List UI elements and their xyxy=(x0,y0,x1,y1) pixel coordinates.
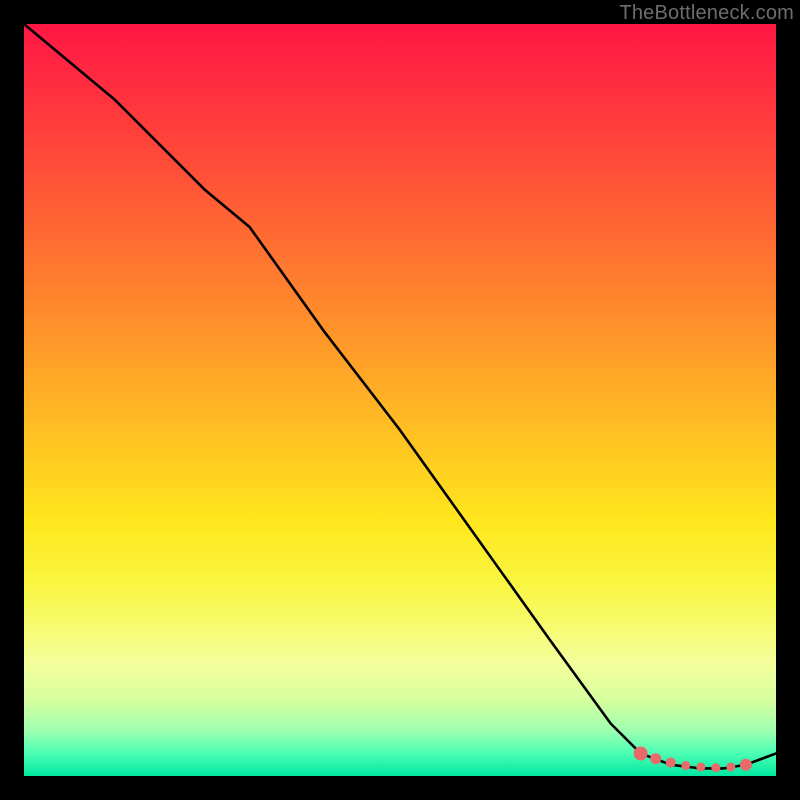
chart-svg xyxy=(24,24,776,776)
chart-frame: TheBottleneck.com xyxy=(0,0,800,800)
watermark-text: TheBottleneck.com xyxy=(619,2,794,25)
trough-marker-5 xyxy=(696,762,705,771)
trough-marker-6 xyxy=(711,763,720,772)
chart-line xyxy=(24,24,776,768)
trough-marker-8 xyxy=(740,759,752,771)
trough-marker-4 xyxy=(681,761,690,770)
trough-marker-1 xyxy=(634,746,648,760)
trough-marker-3 xyxy=(666,757,676,767)
trough-marker-7 xyxy=(726,762,735,771)
plot-area xyxy=(24,24,776,776)
trough-marker-2 xyxy=(650,753,661,764)
